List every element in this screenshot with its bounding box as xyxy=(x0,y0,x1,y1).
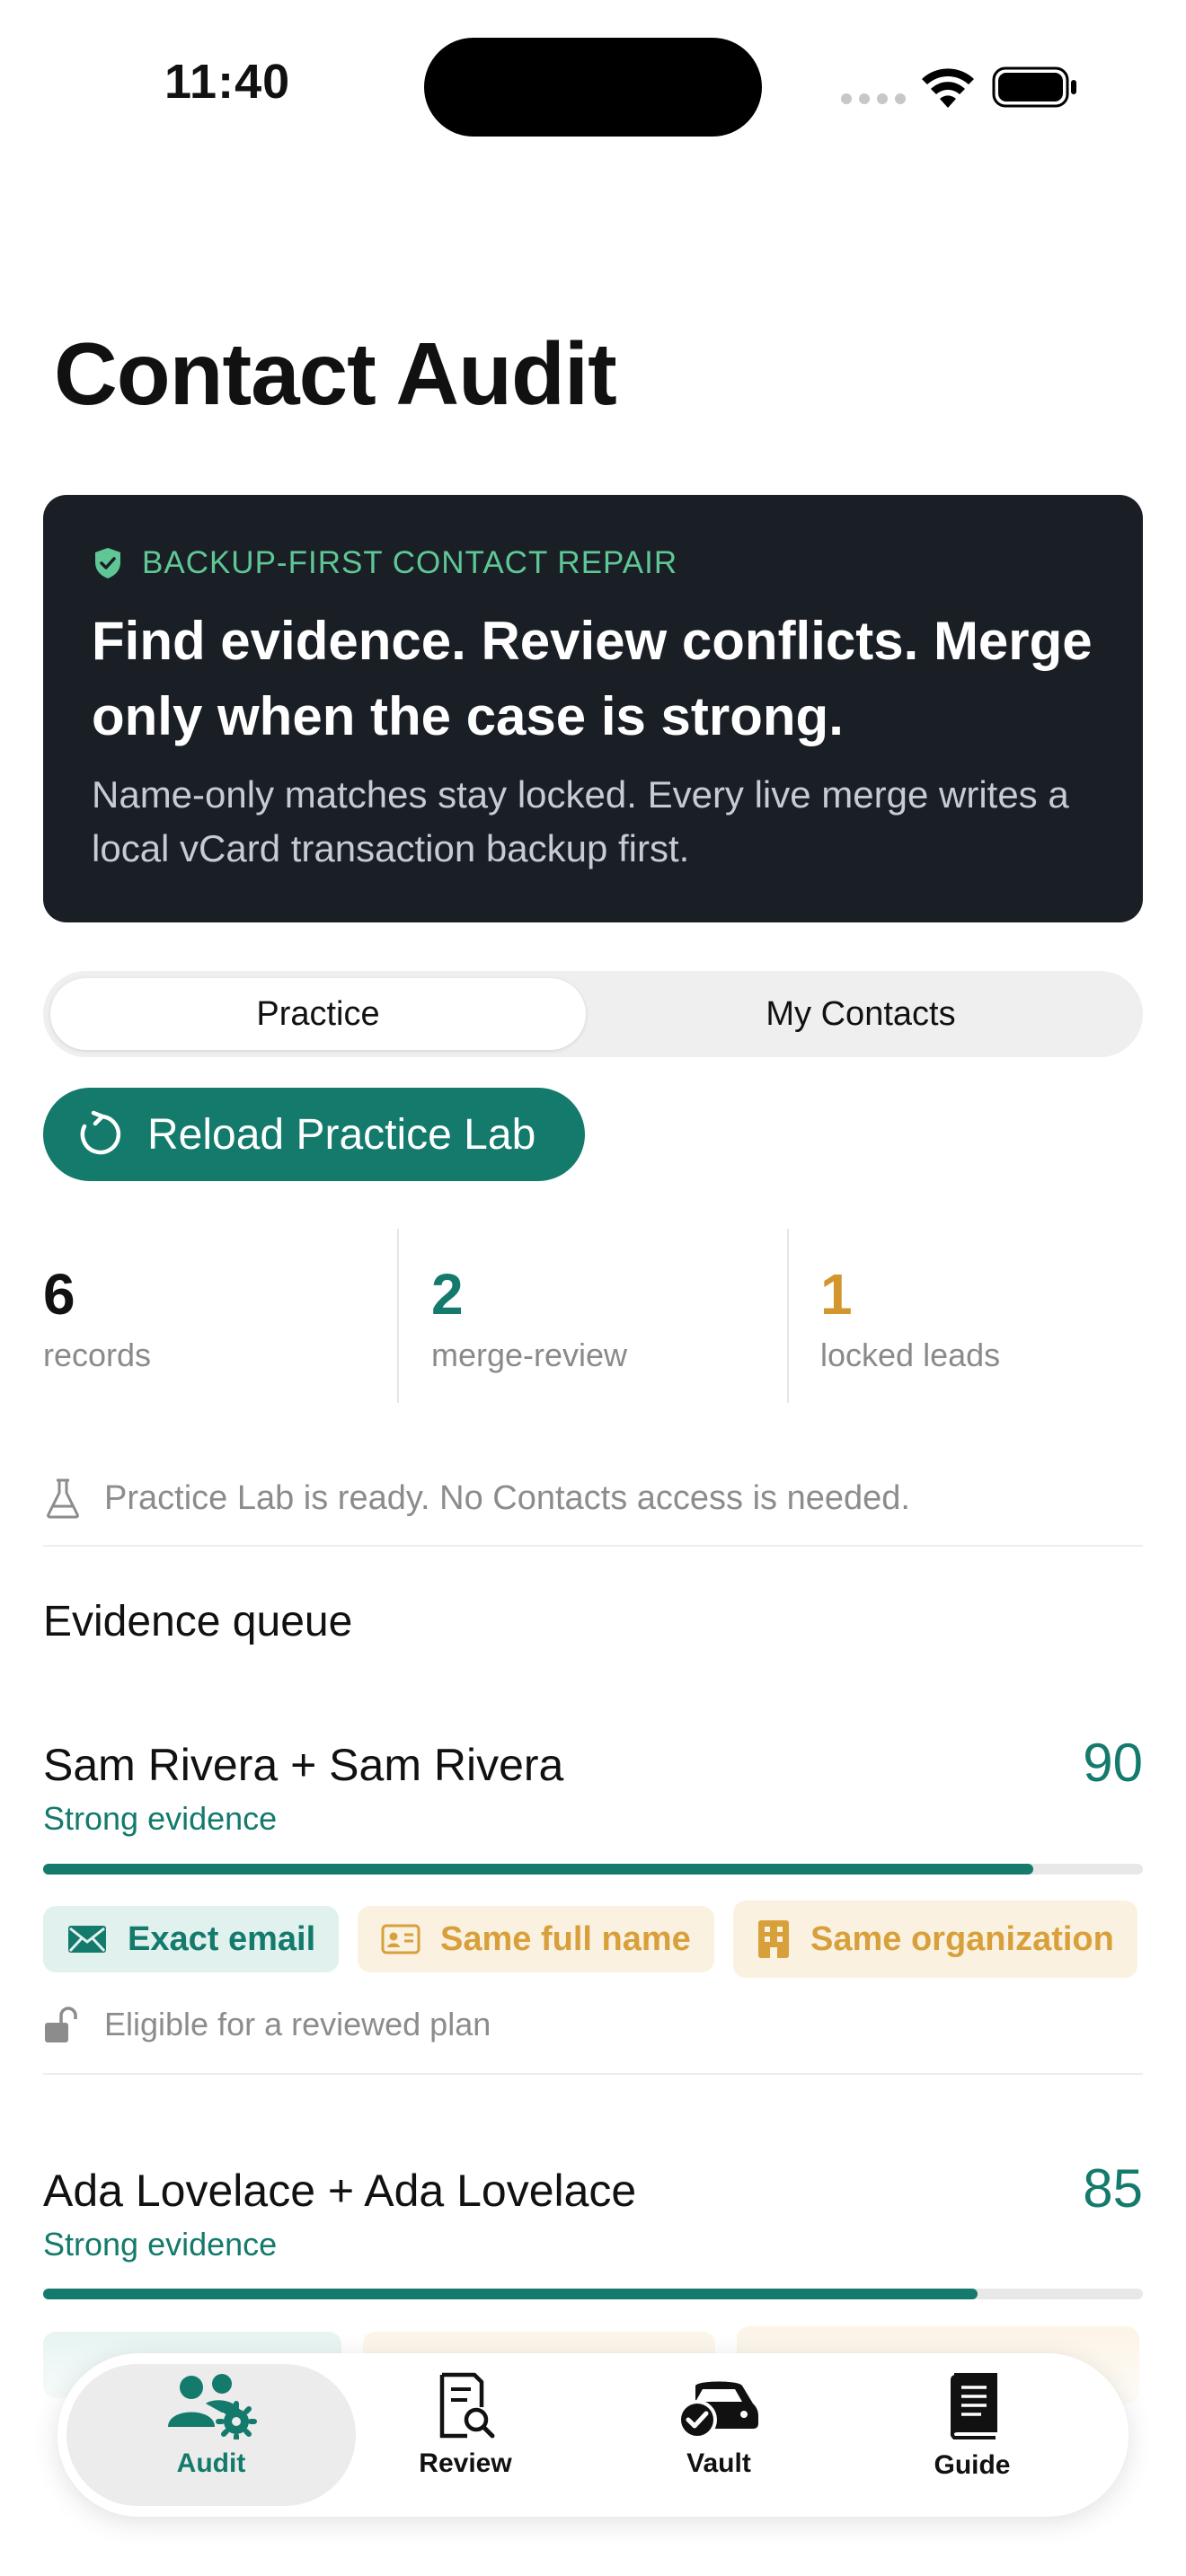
notice-text: Practice Lab is ready. No Contacts acces… xyxy=(104,1478,910,1517)
refresh-icon xyxy=(80,1110,121,1155)
page-title: Contact Audit xyxy=(54,324,617,423)
stat-records-value: 6 xyxy=(43,1262,75,1327)
practice-lab-notice: Practice Lab is ready. No Contacts acces… xyxy=(43,1477,910,1520)
segment-my-contacts[interactable]: My Contacts xyxy=(586,978,1136,1050)
reload-button-label: Reload Practice Lab xyxy=(147,1110,536,1159)
hero-subtitle: Name-only matches stay locked. Every liv… xyxy=(92,773,1069,869)
queue-item-score: 85 xyxy=(1083,2158,1143,2219)
divider xyxy=(43,2073,1143,2075)
stat-merge-review-value: 2 xyxy=(431,1262,464,1327)
shield-check-icon xyxy=(95,548,120,578)
building-icon xyxy=(758,1920,789,1958)
divider xyxy=(43,1545,1143,1547)
unlock-icon xyxy=(45,2007,77,2042)
hero-kicker-text: BACKUP-FIRST CONTACT REPAIR xyxy=(142,545,678,580)
evidence-chip-same-organization[interactable]: Same organization xyxy=(733,1901,1137,1978)
tab-label: Review xyxy=(419,2448,512,2478)
tab-label: Audit xyxy=(176,2448,246,2478)
stat-divider xyxy=(397,1229,399,1403)
stat-divider xyxy=(787,1229,789,1403)
score-bar-fill xyxy=(43,1864,1033,1875)
hero-kicker: BACKUP-FIRST CONTACT REPAIR xyxy=(93,545,677,581)
tab-label: Vault xyxy=(686,2448,751,2478)
chip-label: Same full name xyxy=(440,1919,691,1958)
chip-label: Same organization xyxy=(810,1919,1114,1958)
score-bar xyxy=(43,2289,1143,2299)
section-title: Evidence queue xyxy=(43,1598,353,1645)
reload-practice-lab-button[interactable]: Reload Practice Lab xyxy=(43,1088,585,1181)
evidence-chip-same-full-name[interactable]: Same full name xyxy=(358,1906,714,1972)
battery-icon xyxy=(992,66,1076,108)
cellular-signal-icon xyxy=(841,93,906,104)
vault-check-icon xyxy=(677,2381,758,2439)
queue-item-pair[interactable]: Sam Rivera + Sam Rivera xyxy=(43,1739,563,1791)
status-time: 11:40 xyxy=(164,55,291,109)
queue-item-score: 90 xyxy=(1083,1733,1143,1793)
document-search-icon xyxy=(439,2372,495,2439)
envelope-icon xyxy=(68,1926,106,1953)
id-card-icon xyxy=(381,1924,420,1954)
hero-headline: Find evidence. Review conflicts. Merge o… xyxy=(92,611,1093,746)
book-icon xyxy=(950,2373,997,2439)
wifi-icon xyxy=(922,68,974,108)
queue-item-strength: Strong evidence xyxy=(43,1800,278,1837)
eligibility-status: Eligible for a reviewed plan xyxy=(43,2005,491,2044)
stat-locked-leads-label: locked leads xyxy=(820,1337,1001,1373)
queue-item-pair[interactable]: Ada Lovelace + Ada Lovelace xyxy=(43,2165,636,2217)
flask-icon xyxy=(47,1478,79,1519)
chip-label: Exact email xyxy=(128,1919,316,1958)
queue-item-strength: Strong evidence xyxy=(43,2226,278,2263)
segment-practice[interactable]: Practice xyxy=(50,978,586,1050)
score-bar-fill xyxy=(43,2289,978,2299)
tab-guide[interactable]: Guide xyxy=(860,2371,1084,2506)
eligibility-text: Eligible for a reviewed plan xyxy=(104,2006,491,2042)
stat-records-label: records xyxy=(43,1337,152,1373)
tab-label: Guide xyxy=(934,2450,1011,2480)
tab-review[interactable]: Review xyxy=(353,2371,578,2506)
tab-audit[interactable]: Audit xyxy=(99,2371,323,2506)
dynamic-island xyxy=(424,38,762,137)
score-bar xyxy=(43,1864,1143,1875)
people-gear-icon xyxy=(168,2374,257,2439)
stat-merge-review-label: merge-review xyxy=(431,1337,628,1373)
stat-locked-leads-value: 1 xyxy=(820,1262,853,1327)
tab-vault[interactable]: Vault xyxy=(606,2371,831,2506)
evidence-chip-exact-email[interactable]: Exact email xyxy=(43,1906,340,1972)
